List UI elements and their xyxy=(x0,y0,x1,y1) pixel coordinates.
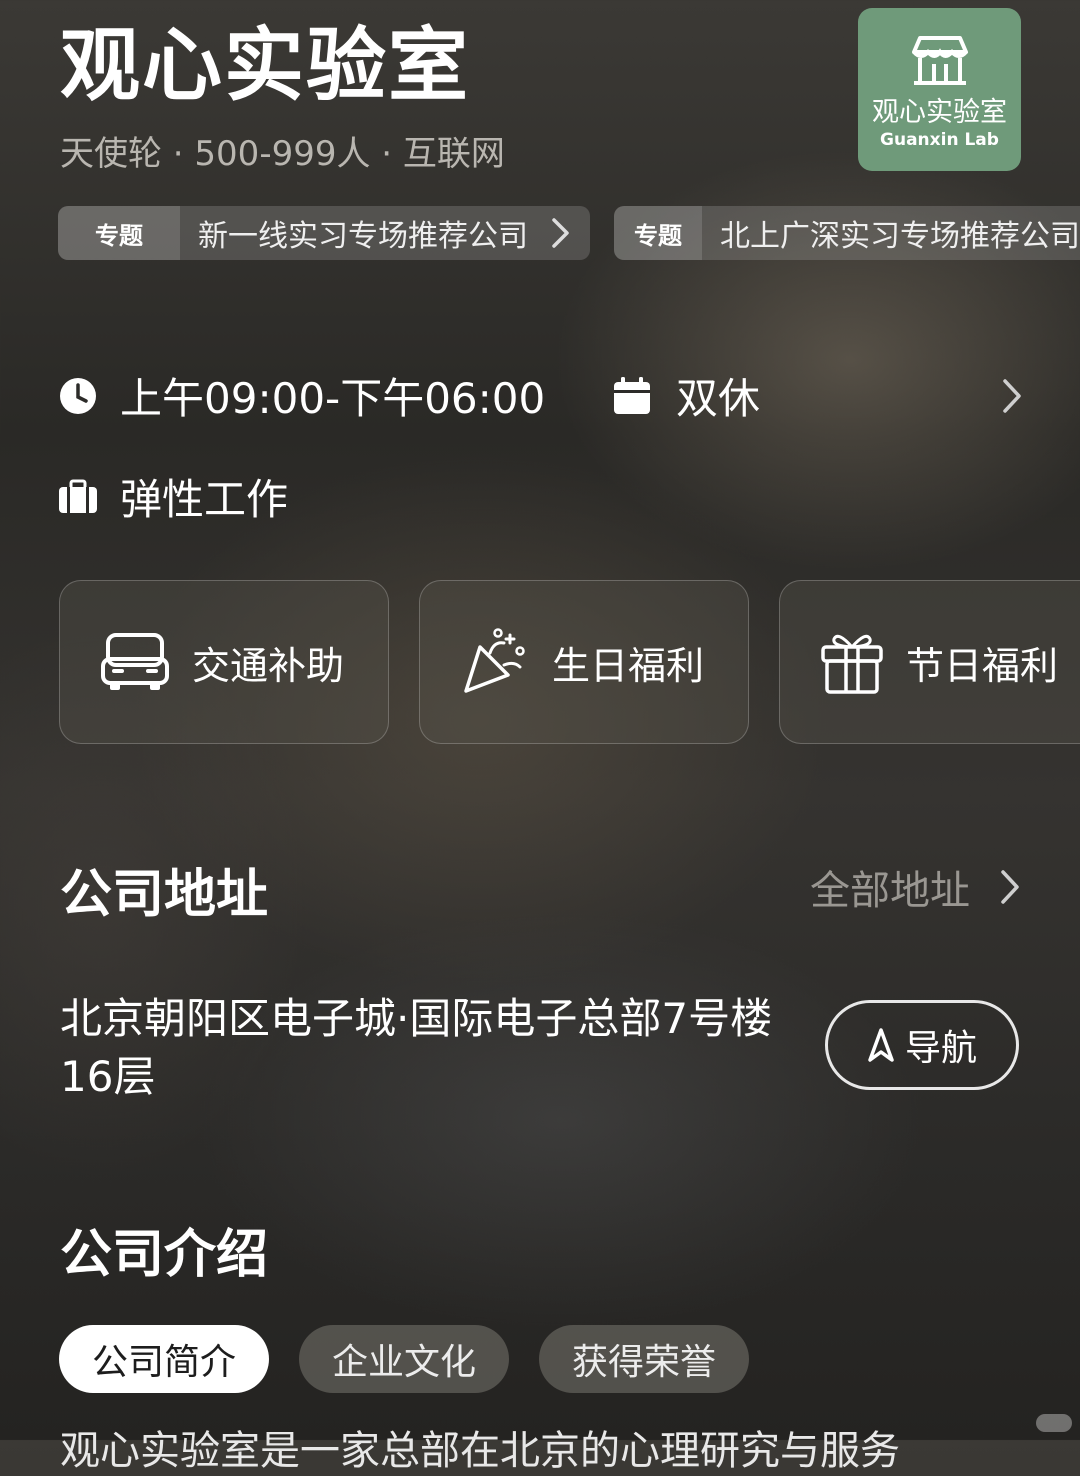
chevron-right-icon xyxy=(552,218,569,248)
topic-chip-new-tier1[interactable]: 专题 新一线实习专场推荐公司 xyxy=(58,206,590,260)
chevron-right-icon xyxy=(1001,870,1019,904)
storefront-icon xyxy=(912,36,968,85)
tab-honors[interactable]: 获得荣誉 xyxy=(539,1325,749,1393)
work-hours-text: 上午09:00-下午06:00 xyxy=(120,374,546,423)
intro-text-partial: 观心实验室是一家总部在北京的心理研究与服务 xyxy=(60,1428,900,1474)
gift-icon xyxy=(821,634,883,694)
benefit-label: 节日福利 xyxy=(906,643,1059,688)
company-meta: 天使轮 · 500-999人 · 互联网 xyxy=(60,134,505,174)
all-addresses-link[interactable]: 全部地址 xyxy=(810,858,1022,916)
benefit-card-birthday[interactable]: 生日福利 xyxy=(419,580,749,744)
work-mode-text: 弹性工作 xyxy=(120,475,289,524)
schedule-chevron[interactable] xyxy=(1000,376,1024,420)
chevron-right-icon xyxy=(1003,379,1021,413)
topic-text: 北上广深实习专场推荐公司 xyxy=(720,219,1080,254)
work-hours: 上午09:00-下午06:00 xyxy=(58,365,545,426)
work-days: 双休 xyxy=(612,365,760,426)
car-icon xyxy=(101,633,169,690)
topic-chip-tier1-cities[interactable]: 专题 北上广深实习专场推荐公司 xyxy=(614,206,1080,260)
address-section-title: 公司地址 xyxy=(60,865,269,925)
navigate-label: 导航 xyxy=(904,1028,977,1069)
intro-section-title: 公司介绍 xyxy=(60,1225,269,1285)
company-address: 北京朝阳区电子城·国际电子总部7号楼16层 xyxy=(60,994,773,1101)
logo-text-cn: 观心实验室 xyxy=(872,97,1007,128)
tab-company-profile[interactable]: 公司简介 xyxy=(59,1325,269,1393)
topic-tag: 专题 xyxy=(58,206,180,260)
all-addresses-label: 全部地址 xyxy=(810,868,970,914)
navigation-arrow-icon xyxy=(868,1028,894,1062)
benefit-card-transport[interactable]: 交通补助 xyxy=(59,580,389,744)
topic-text: 新一线实习专场推荐公司 xyxy=(198,219,528,254)
logo-text-en: Guanxin Lab xyxy=(880,130,999,150)
work-mode: 弹性工作 xyxy=(58,466,288,527)
company-name: 观心实验室 xyxy=(60,19,470,112)
party-popper-icon xyxy=(464,628,525,693)
navigate-button[interactable]: 导航 xyxy=(825,1000,1019,1090)
benefit-card-holiday[interactable]: 节日福利 xyxy=(779,580,1080,744)
tab-company-culture[interactable]: 企业文化 xyxy=(299,1325,509,1393)
benefit-label: 生日福利 xyxy=(552,643,705,688)
work-days-text: 双休 xyxy=(676,374,761,423)
company-logo: 观心实验室 Guanxin Lab xyxy=(858,8,1021,171)
watermark-badge xyxy=(1036,1414,1072,1432)
clock-icon xyxy=(60,377,96,414)
benefit-label: 交通补助 xyxy=(192,643,345,688)
calendar-icon xyxy=(614,376,650,414)
briefcase-icon xyxy=(59,479,97,513)
topic-tag: 专题 xyxy=(614,206,702,260)
